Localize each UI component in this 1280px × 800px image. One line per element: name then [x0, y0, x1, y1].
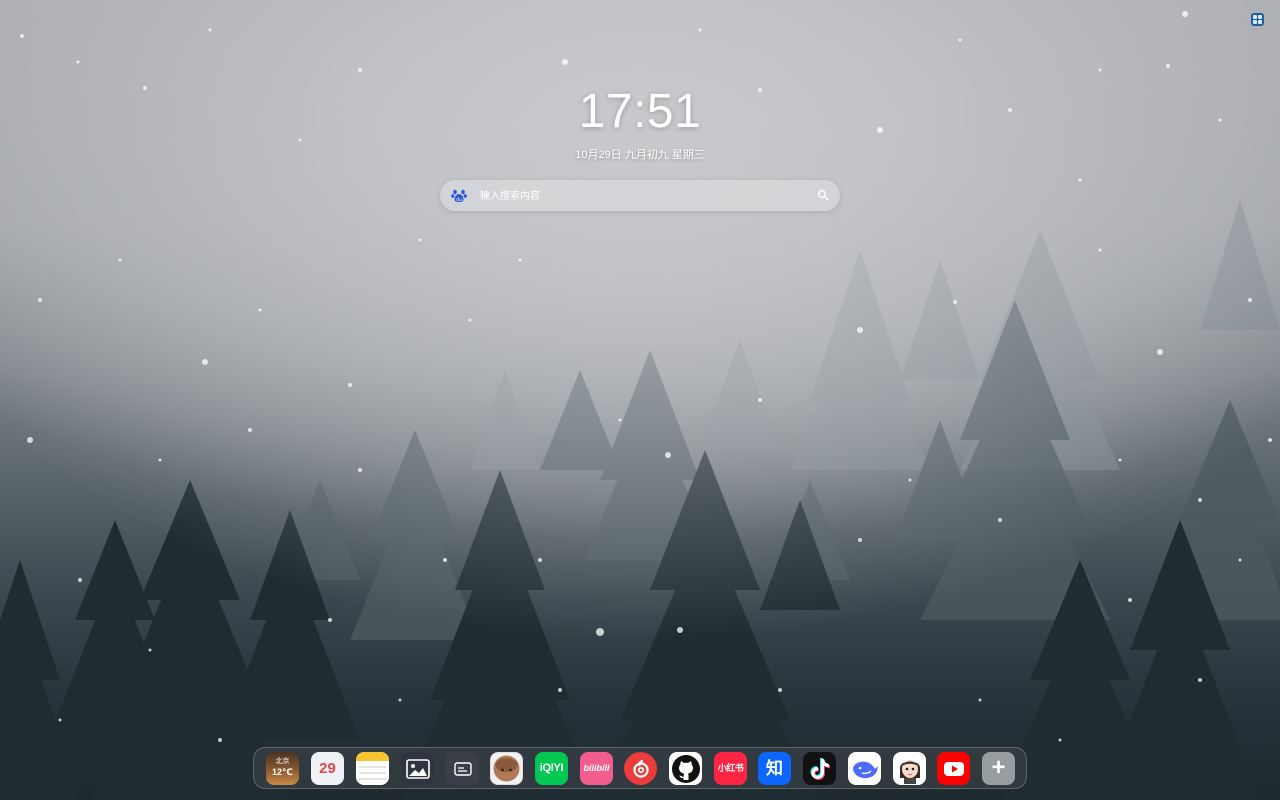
- card-icon: [453, 761, 472, 776]
- baidu-paw-icon[interactable]: du: [450, 186, 468, 204]
- dock-item-bilibili[interactable]: bilibili: [580, 752, 613, 785]
- bilibili-label: bilibili: [583, 763, 610, 773]
- app-dock: 北京 12℃ 29 iQIYI bilibili 小红书 知 +: [253, 747, 1027, 789]
- dock-item-weather[interactable]: 北京 12℃: [266, 752, 299, 785]
- dock-item-avatar[interactable]: [490, 752, 523, 785]
- avatar-icon: [493, 755, 520, 782]
- desktop-screen: 17:51 10月29日 九月初九 星期三 du 北京 12℃ 29: [0, 0, 1280, 800]
- netease-music-icon: [632, 759, 649, 778]
- dock-item-notes[interactable]: [356, 752, 389, 785]
- add-app-button[interactable]: +: [982, 752, 1015, 785]
- weather-temp: 12℃: [272, 767, 293, 777]
- dock-item-zhihu[interactable]: 知: [758, 752, 791, 785]
- search-icon[interactable]: [817, 189, 829, 201]
- zhihu-label: 知: [766, 759, 783, 778]
- dock-item-photos[interactable]: [401, 752, 434, 785]
- weather-city: 北京: [275, 758, 290, 765]
- youtube-icon: [943, 761, 964, 776]
- search-bar: du: [440, 180, 840, 211]
- iqiyi-label: iQIYI: [539, 762, 564, 774]
- dock-item-calendar[interactable]: 29: [311, 752, 344, 785]
- svg-text:du: du: [456, 197, 462, 203]
- github-icon: [671, 754, 700, 783]
- dock-item-character[interactable]: [893, 752, 926, 785]
- dock-item-netease-music[interactable]: [624, 752, 657, 785]
- dock-item-douyin[interactable]: [803, 752, 836, 785]
- calendar-day: 29: [319, 760, 336, 777]
- dock-item-cards[interactable]: [446, 752, 479, 785]
- clock-time: 17:51: [578, 85, 702, 138]
- search-input[interactable]: [478, 184, 812, 209]
- image-icon: [405, 758, 430, 779]
- xiaohongshu-label: 小红书: [717, 763, 744, 773]
- dock-item-iqiyi[interactable]: iQIYI: [535, 752, 568, 785]
- dock-item-deepseek[interactable]: [848, 752, 881, 785]
- clock-date: 10月29日 九月初九 星期三: [575, 149, 705, 161]
- dock-item-youtube[interactable]: [937, 752, 970, 785]
- dock-item-github[interactable]: [669, 752, 702, 785]
- add-label: +: [991, 753, 1006, 781]
- character-icon: [899, 759, 920, 784]
- tiktok-icon: [810, 757, 830, 780]
- dock-item-xiaohongshu[interactable]: 小红书: [714, 752, 747, 785]
- notes-icon: [356, 752, 389, 780]
- apps-grid-icon[interactable]: [1251, 13, 1264, 26]
- deepseek-whale-icon: [852, 761, 878, 778]
